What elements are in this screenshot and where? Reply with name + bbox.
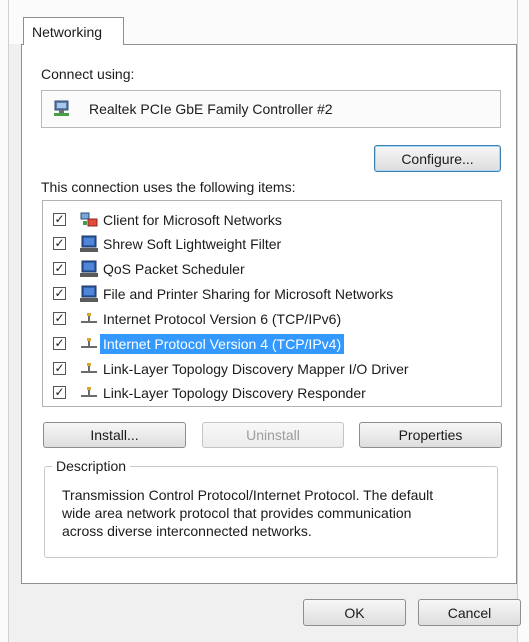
item-checkbox[interactable]: ✓ xyxy=(53,362,66,375)
protocol-icon xyxy=(79,359,99,379)
item-label: QoS Packet Scheduler xyxy=(103,261,245,277)
list-item[interactable]: ✓ Link-Layer Topology Discovery Responde… xyxy=(43,382,501,406)
description-title: Description xyxy=(52,458,131,474)
network-service-icon xyxy=(79,234,99,254)
install-button[interactable]: Install... xyxy=(43,422,186,448)
protocol-icon xyxy=(79,309,99,329)
list-item[interactable]: ✓ Internet Protocol Version 6 (TCP/IPv6) xyxy=(43,308,501,332)
network-client-icon xyxy=(79,210,99,230)
items-label: This connection uses the following items… xyxy=(41,179,296,195)
item-checkbox[interactable]: ✓ xyxy=(53,337,66,350)
protocol-icon xyxy=(79,383,99,403)
description-line: across diverse interconnected networks. xyxy=(62,523,312,539)
network-service-icon xyxy=(79,284,99,304)
item-label: Internet Protocol Version 4 (TCP/IPv4) xyxy=(100,334,345,354)
list-item[interactable]: ✓ Link-Layer Topology Discovery Mapper I… xyxy=(43,358,501,382)
network-adapter-icon xyxy=(52,99,72,119)
item-checkbox[interactable]: ✓ xyxy=(53,262,66,275)
adapter-field: Realtek PCIe GbE Family Controller #2 xyxy=(41,90,501,128)
item-label: Link-Layer Topology Discovery Responder xyxy=(103,385,366,401)
item-checkbox[interactable]: ✓ xyxy=(53,386,66,399)
configure-button[interactable]: Configure... xyxy=(374,145,501,172)
item-checkbox[interactable]: ✓ xyxy=(53,237,66,250)
protocol-icon xyxy=(79,334,99,354)
network-service-icon xyxy=(79,259,99,279)
adapter-name: Realtek PCIe GbE Family Controller #2 xyxy=(89,101,333,117)
item-checkbox[interactable]: ✓ xyxy=(53,213,66,226)
list-item-selected[interactable]: ✓ Internet Protocol Version 4 (TCP/IPv4) xyxy=(43,333,501,357)
connection-properties-dialog: Networking Connect using: Realtek PCIe G… xyxy=(0,0,529,642)
connect-using-label: Connect using: xyxy=(41,66,135,82)
cancel-button[interactable]: Cancel xyxy=(418,599,521,626)
dialog-left-edge xyxy=(0,0,9,642)
item-checkbox[interactable]: ✓ xyxy=(53,287,66,300)
description-line: Transmission Control Protocol/Internet P… xyxy=(62,487,434,503)
ok-button[interactable]: OK xyxy=(303,599,406,626)
dialog-right-edge xyxy=(517,0,529,642)
list-item[interactable]: ✓ File and Printer Sharing for Microsoft… xyxy=(43,283,501,307)
connection-items-list[interactable]: ✓ Client for Microsoft Networks ✓ Shrew … xyxy=(42,200,502,407)
item-label: Internet Protocol Version 6 (TCP/IPv6) xyxy=(103,311,342,327)
item-label: Shrew Soft Lightweight Filter xyxy=(103,236,282,252)
description-line: wide area network protocol that provides… xyxy=(62,505,412,521)
uninstall-button[interactable]: Uninstall xyxy=(202,422,344,448)
list-item[interactable]: ✓ Client for Microsoft Networks xyxy=(43,209,501,233)
item-label: Client for Microsoft Networks xyxy=(103,212,282,228)
list-item[interactable]: ✓ Shrew Soft Lightweight Filter xyxy=(43,233,501,257)
description-text: Transmission Control Protocol/Internet P… xyxy=(62,486,482,540)
item-label: File and Printer Sharing for Microsoft N… xyxy=(103,286,394,302)
item-label: Link-Layer Topology Discovery Mapper I/O… xyxy=(103,361,409,377)
tab-networking[interactable]: Networking xyxy=(23,17,124,45)
item-checkbox[interactable]: ✓ xyxy=(53,312,66,325)
properties-button[interactable]: Properties xyxy=(359,422,502,448)
list-item[interactable]: ✓ QoS Packet Scheduler xyxy=(43,258,501,282)
